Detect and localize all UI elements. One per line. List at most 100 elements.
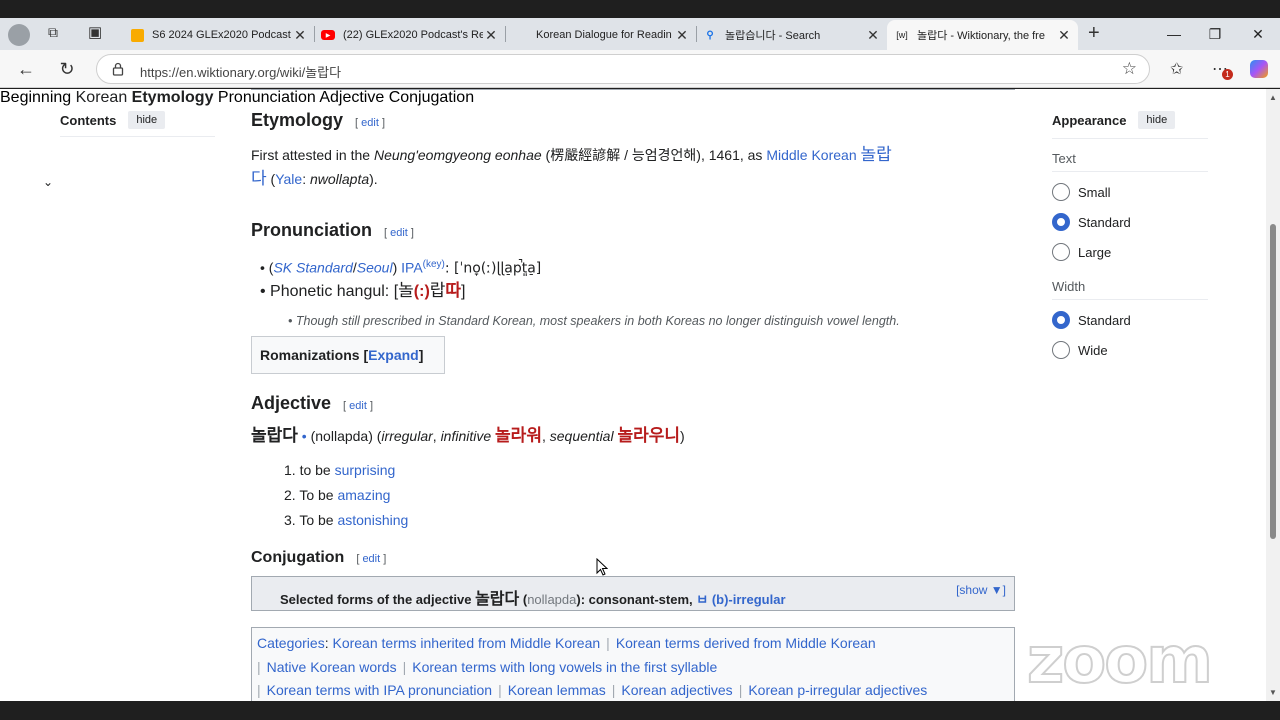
url-text: https://en.wiktionary.org/wiki/놀랍다 xyxy=(140,65,342,80)
category-link[interactable]: Korean terms with long vowels in the fir… xyxy=(412,659,717,675)
edit-label[interactable]: edit xyxy=(390,227,408,239)
sequential-form-link[interactable]: 놀라우니 xyxy=(617,426,680,445)
middle-korean-link[interactable]: Middle Korean xyxy=(766,147,856,163)
toc-item-pronunciation[interactable]: Pronunciation xyxy=(218,89,316,106)
text: to be xyxy=(299,462,335,478)
irregular-link[interactable]: ㅂ (b)-irregular xyxy=(696,592,785,607)
infinitive-form-link[interactable]: 놀라워 xyxy=(495,426,542,445)
divider xyxy=(60,136,215,137)
text-size-small-radio[interactable]: Small xyxy=(1052,183,1111,201)
radio-circle[interactable] xyxy=(1052,183,1070,201)
favorite-star-icon[interactable]: ☆ xyxy=(1122,59,1137,79)
appearance-hide-button[interactable]: hide xyxy=(1138,111,1176,129)
restore-icon[interactable]: ❐ xyxy=(1195,18,1235,50)
pronunciation-ipa-item: • (SK Standard/Seoul) IPA(key): [ˈno̞(ː)… xyxy=(260,259,542,277)
scrollbar-thumb[interactable] xyxy=(1270,224,1276,539)
middle-korean-word-link[interactable]: 다 xyxy=(251,169,267,188)
reload-icon[interactable]: ↻ xyxy=(53,55,81,83)
heading-text: Pronunciation xyxy=(251,220,372,240)
tab-title: (22) GLEx2020 Podcast's Re xyxy=(343,29,483,41)
scroll-up-icon[interactable]: ▲ xyxy=(1269,93,1277,102)
text: ( xyxy=(266,171,276,187)
middle-korean-word-link[interactable]: 놀랍 xyxy=(861,145,892,164)
expand-button[interactable]: Expand xyxy=(368,347,419,363)
show-toggle[interactable]: [show ▼] xyxy=(956,583,1006,597)
yale-link[interactable]: Yale xyxy=(275,171,302,187)
divider xyxy=(1052,138,1208,139)
radio-circle[interactable] xyxy=(1052,341,1070,359)
category-link[interactable]: Korean lemmas xyxy=(508,682,606,698)
page-scrollbar[interactable]: ▲ ▼ xyxy=(1266,89,1280,701)
tab-search[interactable]: ⚲ 놀랍습니다 - Search ✕ xyxy=(697,20,887,50)
edit-label[interactable]: edit xyxy=(361,117,379,129)
copilot-icon[interactable] xyxy=(1250,60,1268,78)
radio-label: Standard xyxy=(1078,214,1131,230)
category-link[interactable]: Korean terms with IPA pronunciation xyxy=(267,682,492,698)
hangul-syllable: 랍 xyxy=(429,281,446,300)
favorites-icon[interactable]: ✩ xyxy=(1170,59,1183,79)
sk-standard-link[interactable]: SK Standard xyxy=(273,260,352,276)
appearance-header: Appearance hide xyxy=(1052,111,1208,129)
chevron-down-icon[interactable]: ⌄ xyxy=(43,175,53,189)
radio-circle-selected[interactable] xyxy=(1052,213,1070,231)
close-icon[interactable]: ✕ xyxy=(674,27,690,44)
close-icon[interactable]: ✕ xyxy=(483,27,499,44)
minimize-icon[interactable]: — xyxy=(1154,18,1194,50)
category-link[interactable]: Korean terms inherited from Middle Korea… xyxy=(332,635,600,651)
ipa-link[interactable]: IPA xyxy=(401,260,423,276)
back-icon[interactable]: ← xyxy=(12,55,40,83)
category-link[interactable]: Korean adjectives xyxy=(621,682,732,698)
url-input[interactable]: https://en.wiktionary.org/wiki/놀랍다 ☆ xyxy=(96,54,1150,84)
radio-label: Standard xyxy=(1078,312,1131,328)
text: ( xyxy=(519,592,528,607)
profile-avatar-icon[interactable] xyxy=(8,24,30,46)
window-close-icon[interactable]: ✕ xyxy=(1238,18,1278,50)
audio-dot[interactable]: • xyxy=(298,428,307,444)
edit-link[interactable]: [ edit ] xyxy=(355,117,385,129)
headword: 놀랍다 xyxy=(251,426,298,445)
close-icon[interactable]: ✕ xyxy=(1056,27,1072,44)
ipa-key-link[interactable]: (key) xyxy=(423,259,445,270)
sense-list-item: 1. to be surprising xyxy=(284,458,395,482)
edit-link[interactable]: [ edit ] xyxy=(343,400,373,412)
radio-circle[interactable] xyxy=(1052,243,1070,261)
tab-korean-dialogue[interactable]: Korean Dialogue for Readin ✕ xyxy=(506,20,696,50)
sense-link[interactable]: amazing xyxy=(337,487,390,503)
ipa-value: : [ˈno̞(ː)ɭɭa̠p̚t͈a̠] xyxy=(444,260,542,277)
width-standard-radio[interactable]: Standard xyxy=(1052,311,1131,329)
workspaces-icon[interactable]: ⧉ xyxy=(48,24,58,41)
phonetic-hangul-item: • Phonetic hangul: [놀(:)랍따] xyxy=(260,281,466,300)
category-link[interactable]: Korean p-irregular adjectives xyxy=(748,682,927,698)
tab-actions-icon[interactable]: ▣ xyxy=(88,23,102,41)
toc-item-korean[interactable]: Korean xyxy=(76,89,128,106)
section-heading-pronunciation: Pronunciation [ edit ] xyxy=(251,220,414,241)
edit-label[interactable]: edit xyxy=(362,553,380,565)
tab-wiktionary[interactable]: [w] 놀랍다 - Wiktionary, the fre ✕ xyxy=(887,20,1078,50)
new-tab-icon[interactable]: + xyxy=(1088,22,1100,45)
tab-slides[interactable]: S6 2024 GLEx2020 Podcast ✕ xyxy=(124,20,314,50)
width-wide-radio[interactable]: Wide xyxy=(1052,341,1108,359)
toc-item-beginning[interactable]: Beginning xyxy=(0,89,71,106)
category-link[interactable]: Korean terms derived from Middle Korean xyxy=(616,635,876,651)
tab-youtube[interactable]: ▶ (22) GLEx2020 Podcast's Re ✕ xyxy=(315,20,505,50)
sense-link[interactable]: astonishing xyxy=(337,512,408,528)
toc-item-etymology[interactable]: Etymology xyxy=(132,89,214,106)
scroll-down-icon[interactable]: ▼ xyxy=(1269,688,1277,697)
note-text: Though still prescribed in Standard Kore… xyxy=(295,314,900,328)
text-size-standard-radio[interactable]: Standard xyxy=(1052,213,1131,231)
edit-link[interactable]: [ edit ] xyxy=(384,227,414,239)
categories-link[interactable]: Categories xyxy=(257,635,325,651)
close-icon[interactable]: ✕ xyxy=(865,27,881,44)
category-link[interactable]: Native Korean words xyxy=(267,659,397,675)
edit-label[interactable]: edit xyxy=(349,400,367,412)
edit-link[interactable]: [ edit ] xyxy=(356,553,386,565)
divider xyxy=(251,89,1015,90)
radio-circle-selected[interactable] xyxy=(1052,311,1070,329)
toc-item-adjective[interactable]: Adjective xyxy=(319,89,384,106)
text-size-large-radio[interactable]: Large xyxy=(1052,243,1111,261)
sense-link[interactable]: surprising xyxy=(335,462,396,478)
seoul-link[interactable]: Seoul xyxy=(357,260,393,276)
close-icon[interactable]: ✕ xyxy=(292,27,308,44)
toc-item-conjugation[interactable]: Conjugation xyxy=(389,89,474,106)
toc-hide-button[interactable]: hide xyxy=(128,111,166,129)
